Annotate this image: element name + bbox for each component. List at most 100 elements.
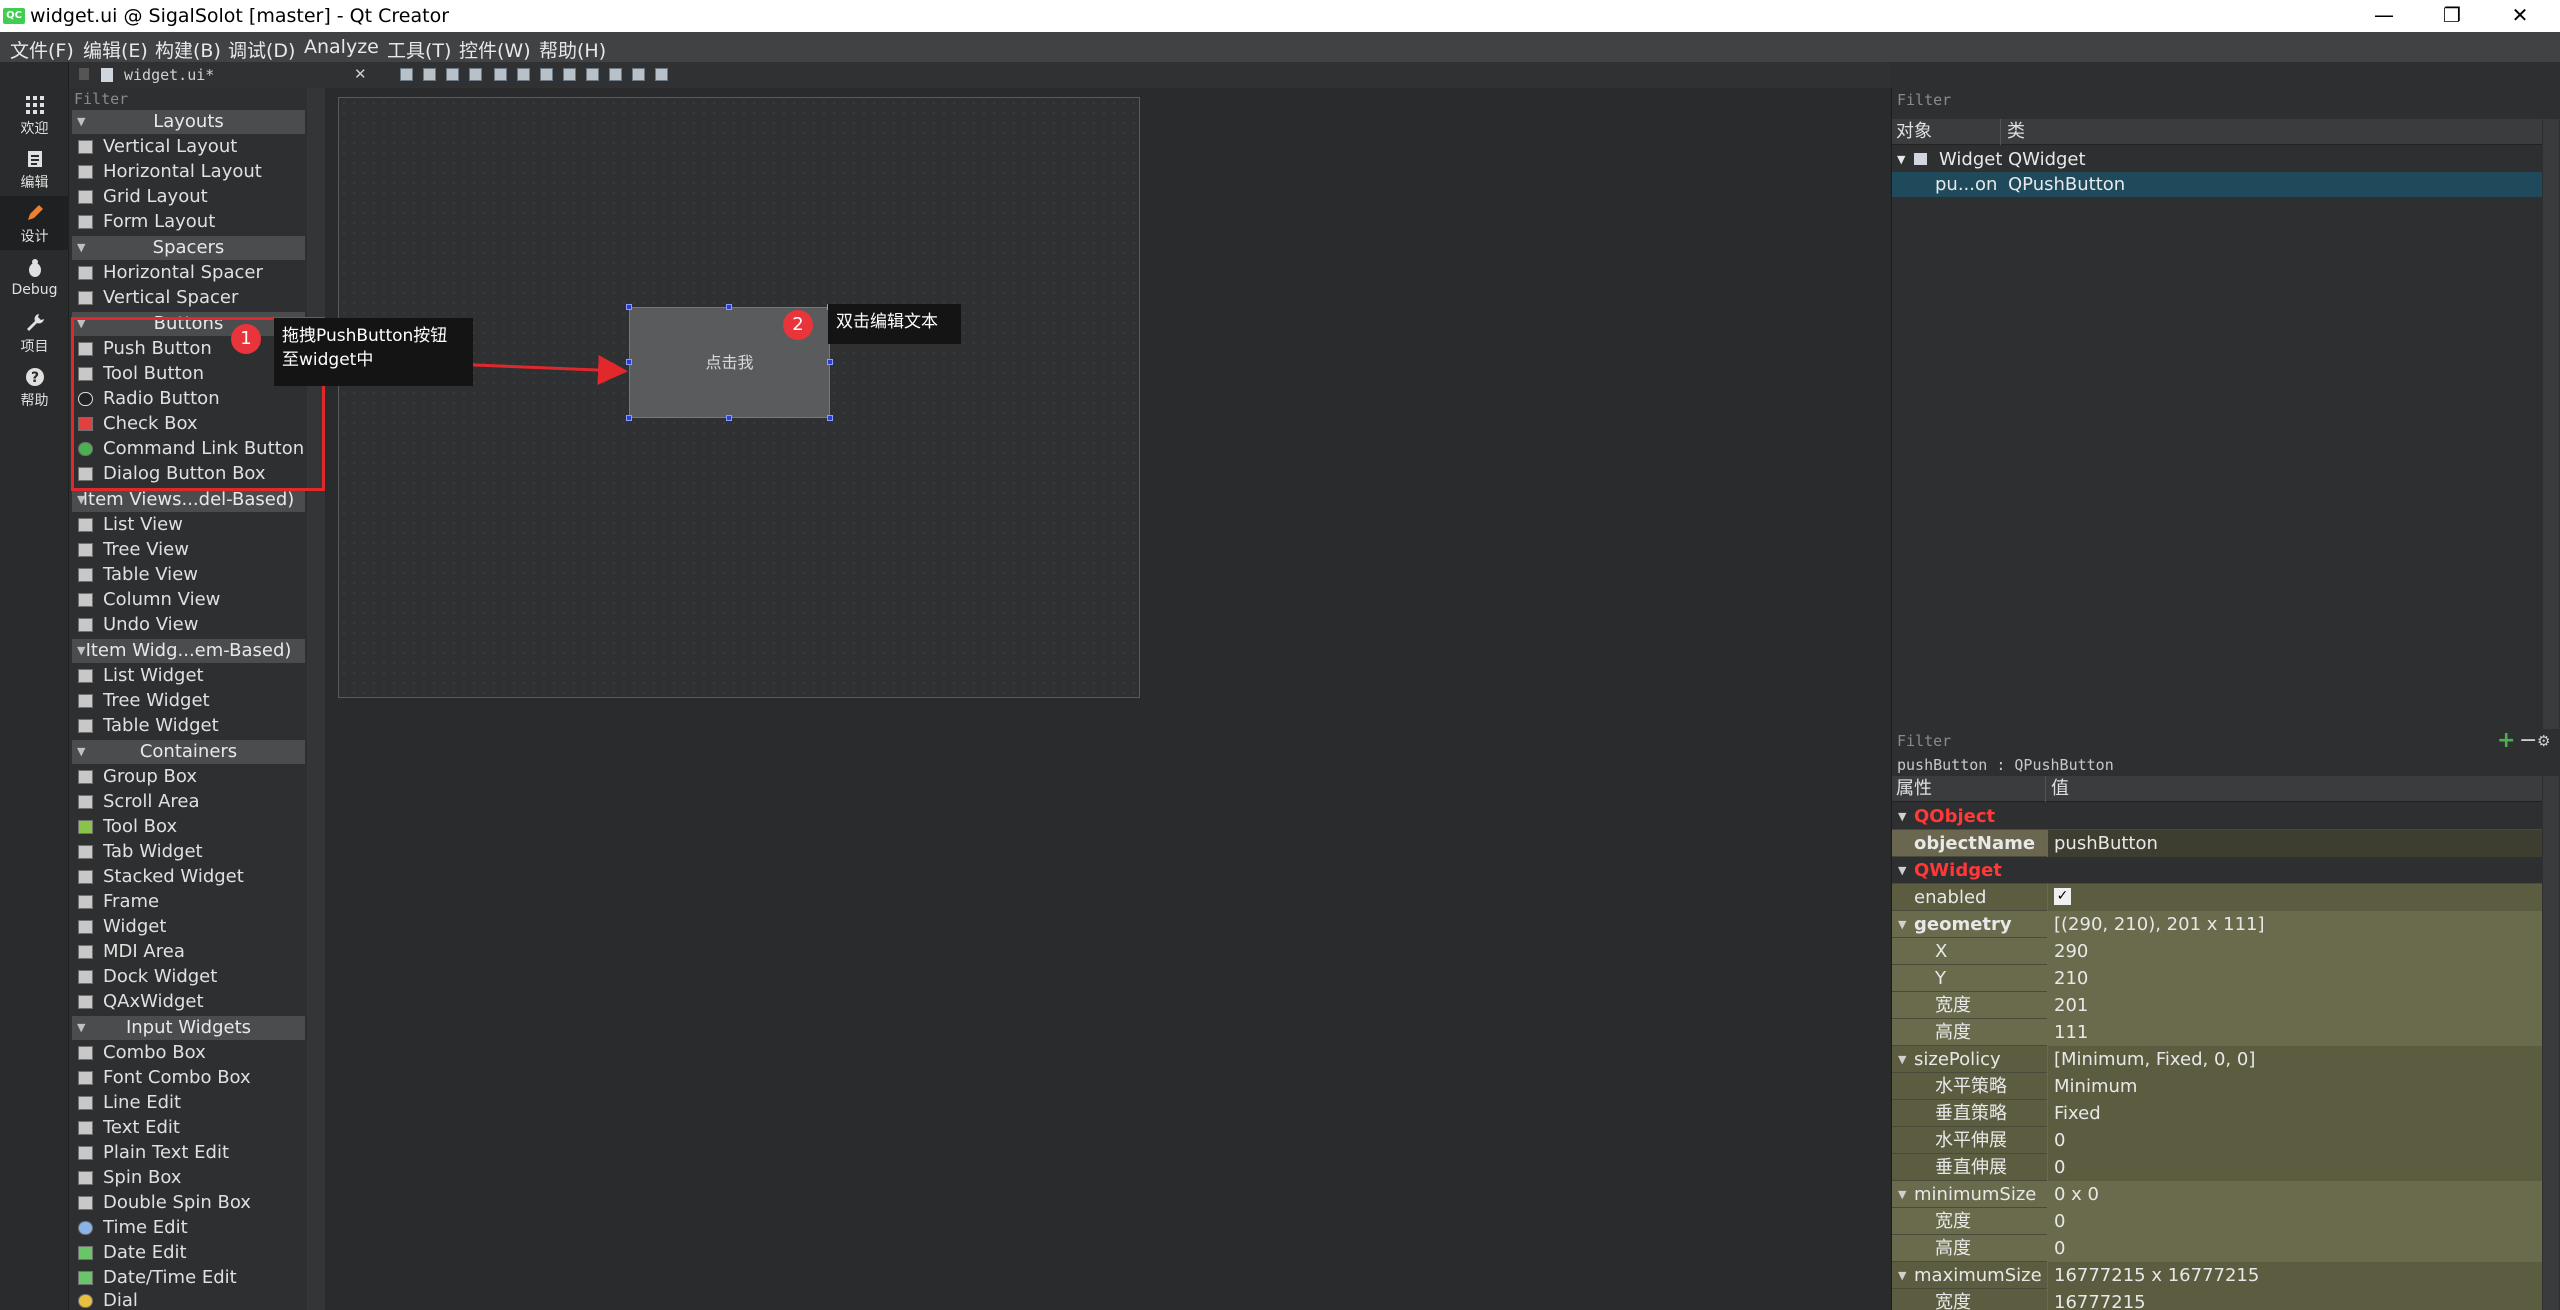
col-object[interactable]: 对象 xyxy=(1896,119,1932,145)
prop-hpolicy[interactable]: 水平策略 Minimum xyxy=(1892,1073,2542,1100)
remove-property-icon[interactable]: − xyxy=(2519,728,2537,753)
widget-item-line-edit[interactable]: Line Edit xyxy=(72,1090,305,1115)
menu-edit[interactable]: 编辑(E) xyxy=(83,36,148,63)
property-editor-scrollbar[interactable] xyxy=(2543,776,2559,1310)
resize-handle[interactable] xyxy=(626,359,632,365)
menu-widgets[interactable]: 控件(W) xyxy=(459,36,531,63)
widget-item-mdi-area[interactable]: MDI Area xyxy=(72,939,305,964)
prop-min-height[interactable]: 高度 0 xyxy=(1892,1235,2542,1262)
prop-vpolicy[interactable]: 垂直策略 Fixed xyxy=(1892,1100,2542,1127)
mode-design[interactable]: 设计 xyxy=(0,196,69,250)
group-qwidget[interactable]: ▼ QWidget xyxy=(1892,857,2542,884)
layout-horizontal-icon[interactable] xyxy=(494,68,507,81)
edit-signals-icon[interactable] xyxy=(423,68,436,81)
widget-item-frame[interactable]: Frame xyxy=(72,889,305,914)
widget-item-text-edit[interactable]: Text Edit xyxy=(72,1115,305,1140)
configure-icon[interactable]: ⚙ xyxy=(2537,732,2550,750)
break-layout-icon[interactable] xyxy=(632,68,645,81)
widget-item-list-view[interactable]: List View xyxy=(72,512,305,537)
layout-form-icon[interactable] xyxy=(586,68,599,81)
prop-maximumsize[interactable]: ▼ maximumSize 16777215 x 16777215 xyxy=(1892,1262,2542,1289)
menu-analyze[interactable]: Analyze xyxy=(304,36,379,58)
object-filter-input[interactable]: Filter xyxy=(1897,91,1951,109)
widget-item-vertical-spacer[interactable]: Vertical Spacer xyxy=(72,285,305,310)
widget-item-double-spin-box[interactable]: Double Spin Box xyxy=(72,1190,305,1215)
widget-item-list-widget[interactable]: List Widget xyxy=(72,663,305,688)
mode-edit[interactable]: 编辑 xyxy=(0,142,69,196)
widget-item-scroll-area[interactable]: Scroll Area xyxy=(72,789,305,814)
widget-item-horizontal-spacer[interactable]: Horizontal Spacer xyxy=(72,260,305,285)
widget-item-widget[interactable]: Widget xyxy=(72,914,305,939)
widget-filter-input[interactable]: Filter xyxy=(74,90,128,108)
category-containers[interactable]: ▼ Containers xyxy=(72,740,305,764)
prop-height[interactable]: 高度 111 xyxy=(1892,1019,2542,1046)
prop-width[interactable]: 宽度 201 xyxy=(1892,992,2542,1019)
widget-item-undo-view[interactable]: Undo View xyxy=(72,612,305,637)
prop-enabled[interactable]: enabled ✓ xyxy=(1892,884,2542,911)
menu-build[interactable]: 构建(B) xyxy=(155,36,221,63)
widget-item-datetime-edit[interactable]: Date/Time Edit xyxy=(72,1265,305,1290)
widget-item-vertical-layout[interactable]: Vertical Layout xyxy=(72,134,305,159)
resize-handle[interactable] xyxy=(827,415,833,421)
category-layouts[interactable]: ▼ Layouts xyxy=(72,110,305,134)
prop-y[interactable]: Y 210 xyxy=(1892,965,2542,992)
close-document-icon[interactable]: ✕ xyxy=(354,65,367,83)
menu-debug[interactable]: 调试(D) xyxy=(228,36,295,63)
resize-handle[interactable] xyxy=(827,359,833,365)
mode-debug[interactable]: Debug xyxy=(0,252,69,306)
prop-min-width[interactable]: 宽度 0 xyxy=(1892,1208,2542,1235)
col-value[interactable]: 值 xyxy=(2051,776,2069,802)
editor-tab-title[interactable]: widget.ui* xyxy=(124,66,214,84)
widget-item-combo-box[interactable]: Combo Box xyxy=(72,1040,305,1065)
maximize-button[interactable]: ❐ xyxy=(2418,0,2486,32)
prop-sizepolicy[interactable]: ▼ sizePolicy [Minimum, Fixed, 0, 0] xyxy=(1892,1046,2542,1073)
menu-file[interactable]: 文件(F) xyxy=(10,36,74,63)
object-inspector-scrollbar[interactable] xyxy=(2543,119,2559,729)
menu-tools[interactable]: 工具(T) xyxy=(387,36,451,63)
col-class[interactable]: 类 xyxy=(2007,119,2025,145)
edit-buddies-icon[interactable] xyxy=(446,68,459,81)
widget-item-font-combo-box[interactable]: Font Combo Box xyxy=(72,1065,305,1090)
resize-handle[interactable] xyxy=(626,415,632,421)
edit-widgets-icon[interactable] xyxy=(400,68,413,81)
widget-box-scrollbar[interactable] xyxy=(307,88,325,1310)
widget-item-spin-box[interactable]: Spin Box xyxy=(72,1165,305,1190)
widget-item-horizontal-layout[interactable]: Horizontal Layout xyxy=(72,159,305,184)
edit-tab-order-icon[interactable] xyxy=(469,68,482,81)
widget-item-time-edit[interactable]: Time Edit xyxy=(72,1215,305,1240)
resize-handle[interactable] xyxy=(626,304,632,310)
prop-x[interactable]: X 290 xyxy=(1892,938,2542,965)
widget-item-column-view[interactable]: Column View xyxy=(72,587,305,612)
mode-help[interactable]: ? 帮助 xyxy=(0,360,69,414)
widget-item-form-layout[interactable]: Form Layout xyxy=(72,209,305,234)
object-row-pushbutton[interactable]: pu...on QPushButton xyxy=(1892,172,2542,197)
mode-projects[interactable]: 项目 xyxy=(0,306,69,360)
layout-h-splitter-icon[interactable] xyxy=(540,68,553,81)
close-button[interactable]: ✕ xyxy=(2486,0,2554,32)
widget-item-tree-widget[interactable]: Tree Widget xyxy=(72,688,305,713)
widget-item-table-view[interactable]: Table View xyxy=(72,562,305,587)
category-spacers[interactable]: ▼ Spacers xyxy=(72,236,305,260)
enabled-checkbox[interactable]: ✓ xyxy=(2054,888,2071,905)
prop-geometry[interactable]: ▼ geometry [(290, 210), 201 x 111] xyxy=(1892,911,2542,938)
prop-hstretch[interactable]: 水平伸展 0 xyxy=(1892,1127,2542,1154)
widget-item-tab-widget[interactable]: Tab Widget xyxy=(72,839,305,864)
group-qobject[interactable]: ▼ QObject xyxy=(1892,803,2542,830)
object-row-widget[interactable]: ▼ Widget QWidget xyxy=(1892,147,2542,172)
layout-vertical-icon[interactable] xyxy=(517,68,530,81)
resize-handle[interactable] xyxy=(726,415,732,421)
mode-welcome[interactable]: 欢迎 xyxy=(0,88,69,142)
adjust-size-icon[interactable] xyxy=(655,68,668,81)
widget-item-qaxwidget[interactable]: QAxWidget xyxy=(72,989,305,1014)
col-property[interactable]: 属性 xyxy=(1896,776,1932,802)
category-item-views[interactable]: ▼ Item Views...del-Based) xyxy=(72,488,305,512)
widget-item-stacked-widget[interactable]: Stacked Widget xyxy=(72,864,305,889)
widget-item-date-edit[interactable]: Date Edit xyxy=(72,1240,305,1265)
widget-item-grid-layout[interactable]: Grid Layout xyxy=(72,184,305,209)
prop-objectname[interactable]: objectName pushButton xyxy=(1892,830,2542,857)
layout-grid-icon[interactable] xyxy=(609,68,622,81)
category-input-widgets[interactable]: ▼ Input Widgets xyxy=(72,1016,305,1040)
widget-item-plain-text-edit[interactable]: Plain Text Edit xyxy=(72,1140,305,1165)
widget-item-dock-widget[interactable]: Dock Widget xyxy=(72,964,305,989)
add-property-icon[interactable]: + xyxy=(2497,728,2515,753)
